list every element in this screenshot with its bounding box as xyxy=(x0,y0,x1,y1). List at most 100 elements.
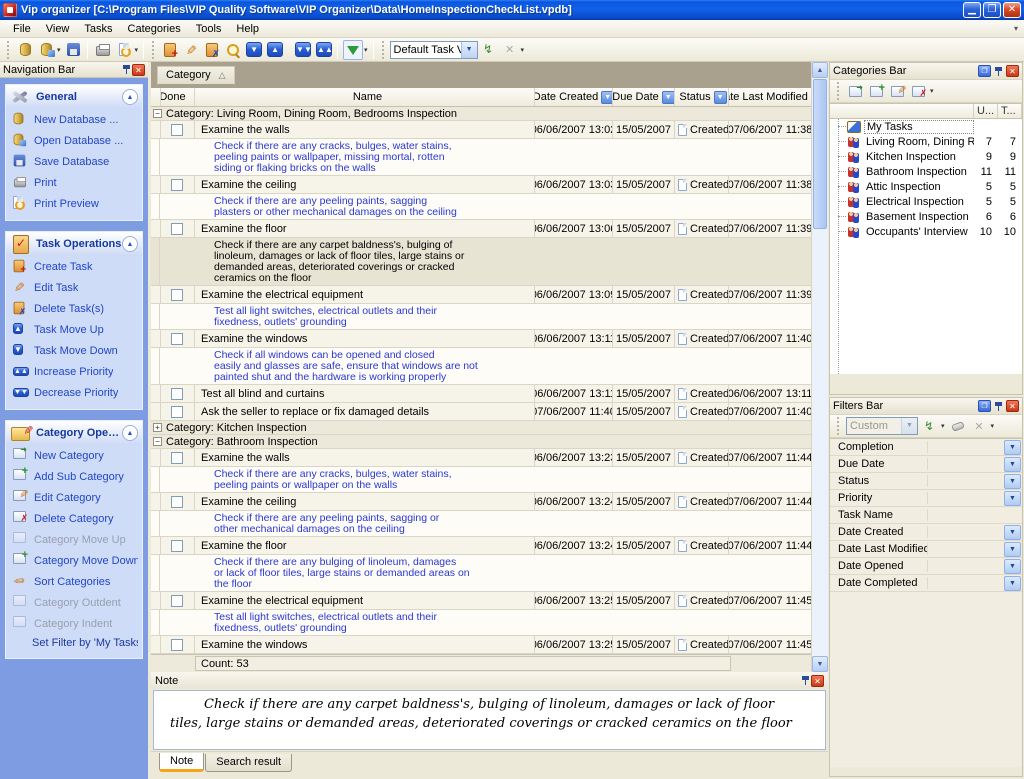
nav-item-delete-task-s-[interactable]: Delete Task(s) xyxy=(6,298,142,319)
note-content[interactable]: Check if there are any carpet baldness's… xyxy=(153,690,826,750)
close-button[interactable]: ✕ xyxy=(1003,2,1021,18)
table-vertical-scrollbar[interactable]: ▲ ▼ xyxy=(811,62,828,672)
task-row[interactable]: Examine the windows 06/06/2007 13:11 15/… xyxy=(151,330,811,348)
filter-dropdown-icon[interactable]: ▼ xyxy=(1004,576,1021,591)
nav-item-decrease-priority[interactable]: ▼▼ Decrease Priority xyxy=(6,382,142,403)
done-checkbox[interactable] xyxy=(171,223,183,235)
column-filter-dropdown-icon[interactable]: ▼ xyxy=(601,91,613,104)
task-note-row[interactable]: Test all light switches, electrical outl… xyxy=(151,304,811,330)
done-checkbox[interactable] xyxy=(171,639,183,651)
minimize-button[interactable]: ▁ xyxy=(963,2,981,18)
done-checkbox[interactable] xyxy=(171,333,183,345)
task-note-row[interactable]: Check if there are any cracks, bulges, w… xyxy=(151,467,811,493)
apply-view-icon[interactable] xyxy=(479,40,499,60)
new-category-icon[interactable] xyxy=(846,82,865,100)
nav-item-edit-category[interactable]: Edit Category xyxy=(6,487,142,508)
filter-value[interactable] xyxy=(928,541,1004,557)
nav-item-save-database[interactable]: Save Database xyxy=(6,151,142,172)
delete-category-icon[interactable] xyxy=(909,82,928,100)
task-note-row[interactable]: Check if there are any peeling paints, s… xyxy=(151,511,811,537)
column-header-date-last-modified[interactable]: Date Last Modified▼ xyxy=(729,88,811,106)
restore-button[interactable]: ❐ xyxy=(983,2,1001,18)
task-row[interactable]: Examine the ceiling 06/06/2007 13:03 15/… xyxy=(151,176,811,194)
task-row[interactable]: Examine the electrical equipment 06/06/2… xyxy=(151,286,811,304)
filter-value[interactable] xyxy=(928,558,1004,574)
filter-preset-combobox[interactable]: Custom ▼ xyxy=(846,417,918,435)
increase-priority-icon[interactable]: ▲▲ xyxy=(314,40,334,60)
pin-icon[interactable] xyxy=(993,401,1004,412)
task-move-down-icon[interactable]: ▼ xyxy=(244,40,264,60)
done-checkbox[interactable] xyxy=(171,179,183,191)
task-row[interactable]: Examine the floor 06/06/2007 13:24 15/05… xyxy=(151,537,811,555)
category-tree-item[interactable]: Living Room, Dining Room, Bedrooms Inspe… xyxy=(830,134,1022,149)
category-tree-item[interactable]: Basement Inspection 6 6 xyxy=(830,209,1022,224)
filters-toolbar-overflow-icon[interactable]: ▾ xyxy=(991,422,995,430)
clear-view-icon[interactable]: ✕ xyxy=(500,40,520,60)
filter-dropdown-icon[interactable]: ▼ xyxy=(1004,559,1021,574)
filter-dropdown-icon[interactable]: ▼ xyxy=(1004,491,1021,506)
task-note-row[interactable]: Check if there are any cracks, bulges, w… xyxy=(151,139,811,176)
task-row[interactable]: Examine the floor 06/06/2007 13:06 15/05… xyxy=(151,220,811,238)
nav-item-new-category[interactable]: New Category xyxy=(6,445,142,466)
save-database-icon[interactable] xyxy=(64,40,84,60)
create-task-icon[interactable] xyxy=(160,40,180,60)
open-database-icon[interactable] xyxy=(36,40,56,60)
filter-dropdown-icon[interactable]: ▼ xyxy=(1004,457,1021,472)
column-filter-dropdown-icon[interactable]: ▼ xyxy=(662,91,675,104)
nav-item-print[interactable]: Print xyxy=(6,172,142,193)
menu-tasks[interactable]: Tasks xyxy=(77,22,119,36)
column-header-date-created[interactable]: Date Created▼ xyxy=(535,88,613,106)
category-row[interactable]: − Category: Living Room, Dining Room, Be… xyxy=(151,107,811,121)
find-icon[interactable] xyxy=(223,40,243,60)
tab-search-result[interactable]: Search result xyxy=(205,754,292,772)
nav-item-category-move-up[interactable]: Category Move Up xyxy=(6,529,142,550)
scroll-up-icon[interactable]: ▲ xyxy=(812,62,828,78)
nav-item-add-sub-category[interactable]: Add Sub Category xyxy=(6,466,142,487)
filter-value[interactable] xyxy=(928,456,1004,472)
edit-task-icon[interactable] xyxy=(181,40,201,60)
nav-item-delete-category[interactable]: Delete Category xyxy=(6,508,142,529)
category-tree-item[interactable]: Electrical Inspection 5 5 xyxy=(830,194,1022,209)
category-tree-item[interactable]: Kitchen Inspection 9 9 xyxy=(830,149,1022,164)
edit-category-icon[interactable] xyxy=(888,82,907,100)
pin-icon[interactable] xyxy=(993,66,1004,77)
categories-toolbar-overflow-icon[interactable]: ▾ xyxy=(930,87,934,95)
task-note-row[interactable]: Check if there are any bulging of linole… xyxy=(151,555,811,592)
nav-item-increase-priority[interactable]: ▲▲ Increase Priority xyxy=(6,361,142,382)
task-row[interactable]: Examine the ceiling 06/06/2007 13:24 15/… xyxy=(151,493,811,511)
done-checkbox[interactable] xyxy=(171,496,183,508)
add-sub-category-icon[interactable] xyxy=(867,82,886,100)
filter-dropdown-icon[interactable]: ▾ xyxy=(364,46,368,54)
filter-icon[interactable] xyxy=(343,40,363,60)
filter-dropdown-icon[interactable]: ▼ xyxy=(1004,525,1021,540)
close-panel-icon[interactable]: ✕ xyxy=(1006,400,1019,412)
pin-icon[interactable] xyxy=(800,675,811,686)
done-checkbox[interactable] xyxy=(171,540,183,552)
print-preview-dropdown-icon[interactable]: ▾ xyxy=(135,46,139,54)
done-checkbox[interactable] xyxy=(171,289,183,301)
task-note-row[interactable]: Check if there are any peeling paints, s… xyxy=(151,194,811,220)
nav-item-print-preview[interactable]: Print Preview xyxy=(6,193,142,214)
close-panel-icon[interactable]: ✕ xyxy=(811,675,824,687)
restore-panel-icon[interactable]: ❐ xyxy=(978,65,991,77)
category-tree-item[interactable]: Bathroom Inspection 11 11 xyxy=(830,164,1022,179)
menu-file[interactable]: File xyxy=(6,22,38,36)
new-database-icon[interactable] xyxy=(15,40,35,60)
menu-view[interactable]: View xyxy=(39,22,77,36)
category-tree-item[interactable]: My Tasks xyxy=(830,119,1022,134)
filter-value[interactable] xyxy=(928,490,1004,506)
done-checkbox[interactable] xyxy=(171,406,183,418)
task-note-row[interactable]: Check if all windows can be opened and c… xyxy=(151,348,811,385)
nav-item-create-task[interactable]: Create Task xyxy=(6,256,142,277)
column-header-due-date[interactable]: Due Date▼ xyxy=(613,88,675,106)
filter-dropdown-icon[interactable]: ▼ xyxy=(1004,440,1021,455)
nav-section-header[interactable]: Category Operations ▲ xyxy=(6,421,142,445)
nav-section-header[interactable]: Task Operations ▲ xyxy=(6,232,142,256)
task-row[interactable]: Examine the windows 06/06/2007 13:25 15/… xyxy=(151,636,811,654)
eraser-icon[interactable] xyxy=(949,417,968,435)
task-note-row[interactable]: Check if there are any carpet baldness's… xyxy=(151,238,811,286)
open-database-dropdown-icon[interactable]: ▾ xyxy=(57,46,61,54)
nav-item-open-database-[interactable]: Open Database ... xyxy=(6,130,142,151)
done-checkbox[interactable] xyxy=(171,124,183,136)
task-row[interactable]: Ask the seller to replace or fix damaged… xyxy=(151,403,811,421)
